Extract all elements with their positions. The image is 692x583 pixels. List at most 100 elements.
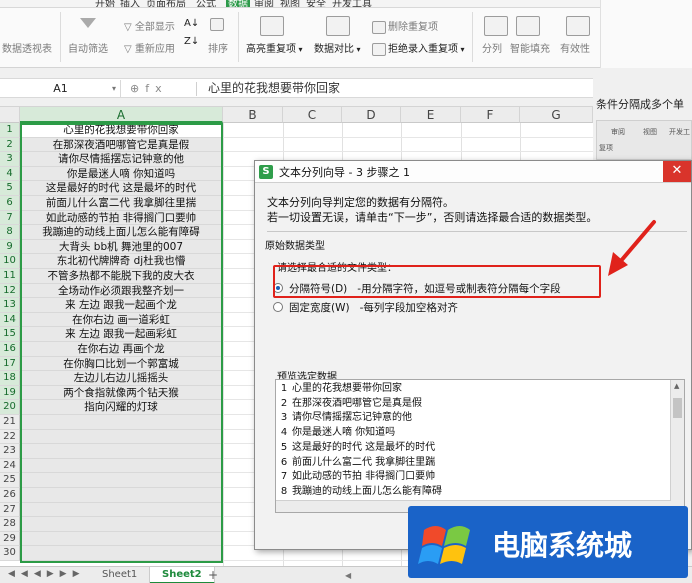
cell-a[interactable]: 如此动感的节拍 非得搁门口要帅	[20, 210, 222, 226]
add-sheet-icon[interactable]: +	[208, 568, 218, 582]
cell-a[interactable]	[20, 458, 222, 474]
sort-az-icon[interactable]: A↓	[184, 18, 199, 29]
menu-tab[interactable]: 开发工具	[332, 0, 372, 7]
cell-a[interactable]: 指向闪耀的灯球	[20, 400, 222, 415]
column-header-e[interactable]: E	[401, 107, 461, 123]
row-header[interactable]: 24	[0, 458, 20, 474]
cell-a[interactable]: 东北初代牌牌奇 dj杜我也懵	[20, 254, 222, 269]
data-compare-button[interactable]: 数据对比 ▾	[314, 40, 361, 55]
row-header[interactable]: 13	[0, 298, 20, 313]
row-header[interactable]: 2	[0, 137, 20, 153]
column-header-b[interactable]: B	[223, 107, 283, 123]
row-header[interactable]: 14	[0, 312, 20, 328]
menu-tab[interactable]: 插入	[120, 0, 140, 7]
row-header[interactable]: 15	[0, 327, 20, 342]
smart-fill-button[interactable]: 智能填充	[510, 40, 550, 55]
cell-a[interactable]: 在那深夜酒吧哪管它是真是假	[20, 137, 222, 153]
column-header-g[interactable]: G	[520, 107, 593, 123]
menu-tab[interactable]: 审阅	[254, 0, 274, 7]
scroll-thumb[interactable]	[673, 398, 682, 418]
formula-input[interactable]: 心里的花我想要带你回家	[208, 79, 340, 98]
split-columns-button[interactable]: 分列	[482, 40, 502, 55]
fixed-width-option[interactable]: 固定宽度(W) -每列字段加空格对齐	[273, 300, 458, 315]
row-header[interactable]: 17	[0, 356, 20, 372]
sort-za-icon[interactable]: Z↓	[184, 36, 199, 47]
column-header-c[interactable]: C	[283, 107, 342, 123]
row-header[interactable]: 1	[0, 123, 20, 138]
menu-tab[interactable]: 开始	[95, 0, 115, 7]
menu-tab[interactable]: 视图	[280, 0, 300, 7]
row-header[interactable]: 12	[0, 283, 20, 299]
row-header[interactable]: 3	[0, 152, 20, 167]
column-header-d[interactable]: D	[342, 107, 401, 123]
validity-button[interactable]: 有效性	[560, 40, 590, 55]
reject-duplicates-button[interactable]: 拒绝录入重复项 ▾	[372, 40, 465, 56]
cell-a[interactable]: 在你右边 再画个龙	[20, 342, 222, 357]
zoom-icon[interactable]: ⊕	[130, 82, 145, 95]
close-icon[interactable]: ✕	[663, 161, 691, 182]
row-header[interactable]: 25	[0, 473, 20, 488]
row-header[interactable]: 19	[0, 385, 20, 401]
cell-a[interactable]: 来 左边 跟我一起画个龙	[20, 298, 222, 313]
sheet-tab-sheet1[interactable]: Sheet1	[90, 567, 151, 583]
row-header[interactable]: 22	[0, 429, 20, 445]
horizontal-scroll-arrow-icon[interactable]: ◀	[345, 571, 351, 580]
cell-a[interactable]: 心里的花我想要带你回家	[20, 123, 222, 138]
chevron-down-icon[interactable]: ▾	[112, 80, 116, 97]
row-header[interactable]: 26	[0, 488, 20, 503]
cell-a[interactable]	[20, 502, 222, 518]
menu-tab[interactable]: 页面布局	[146, 0, 186, 7]
cell-a[interactable]	[20, 531, 222, 547]
cell-a[interactable]: 在你右边 画一道彩虹	[20, 312, 222, 328]
cell-a[interactable]: 在你胸口比划一个郭富城	[20, 356, 222, 372]
autofilter-button[interactable]: 自动筛选	[68, 40, 108, 55]
row-header[interactable]: 6	[0, 196, 20, 211]
cell-a[interactable]: 来 左边 跟我一起画彩虹	[20, 327, 222, 342]
name-box[interactable]: A1 ▾	[1, 80, 121, 97]
menu-tab[interactable]: 安全	[306, 0, 326, 7]
row-header[interactable]: 23	[0, 444, 20, 459]
cell-a[interactable]	[20, 429, 222, 445]
row-header[interactable]: 28	[0, 517, 20, 532]
sheet-nav-arrows[interactable]: ◀◀◀▶▶▶	[8, 569, 86, 579]
scroll-up-icon[interactable]: ▲	[674, 382, 679, 390]
remove-duplicates-button[interactable]: 删除重复项	[372, 18, 438, 34]
column-header-a[interactable]: A	[20, 107, 223, 123]
cell-a[interactable]: 全场动作必须跟我整齐划一	[20, 283, 222, 299]
cell-a[interactable]: 你是最迷人嘀 你知道吗	[20, 166, 222, 182]
pivot-table-button[interactable]: 数据透视表	[2, 40, 52, 55]
sort-button[interactable]: 排序	[208, 40, 228, 55]
preview-vertical-scrollbar[interactable]: ▲	[670, 380, 684, 512]
row-header[interactable]: 18	[0, 371, 20, 386]
menu-tab[interactable]: 公式	[196, 0, 216, 7]
row-header[interactable]: 30	[0, 546, 20, 561]
menu-tab-data-active[interactable]: 数据	[226, 0, 250, 7]
reapply-button[interactable]: ▽ 重新应用	[124, 40, 175, 55]
cell-a[interactable]: 这是最好的时代 这是最坏的时代	[20, 181, 222, 196]
highlight-duplicates-button[interactable]: 高亮重复项 ▾	[246, 40, 303, 55]
row-header[interactable]: 7	[0, 210, 20, 226]
column-header-f[interactable]: F	[461, 107, 520, 123]
cell-a[interactable]: 请你尽情摇摆忘记钟意的他	[20, 152, 222, 167]
row-header[interactable]: 27	[0, 502, 20, 518]
cell-a[interactable]	[20, 546, 222, 561]
row-header[interactable]: 16	[0, 342, 20, 357]
cell-a[interactable]: 两个食指就像两个钻天猴	[20, 385, 222, 401]
row-header[interactable]: 10	[0, 254, 20, 269]
sheet-tab-sheet2[interactable]: Sheet2	[150, 567, 215, 583]
row-header[interactable]: 9	[0, 239, 20, 255]
cell-a[interactable]	[20, 415, 222, 430]
row-header[interactable]: 20	[0, 400, 20, 415]
show-all-button[interactable]: ▽ 全部显示	[124, 18, 175, 33]
row-header[interactable]: 21	[0, 415, 20, 430]
cell-a[interactable]: 左边儿右边儿摇摇头	[20, 371, 222, 386]
select-all-corner[interactable]	[0, 107, 20, 123]
cell-a[interactable]	[20, 488, 222, 503]
row-header[interactable]: 5	[0, 181, 20, 196]
cell-a[interactable]: 前面儿什么富二代 我拿脚往里揣	[20, 196, 222, 211]
cell-a[interactable]: 不管多热都不能脱下我的皮大衣	[20, 269, 222, 284]
cell-a[interactable]	[20, 517, 222, 532]
cell-a[interactable]	[20, 444, 222, 459]
fx-icon[interactable]: fx	[145, 82, 167, 95]
row-header[interactable]: 8	[0, 225, 20, 240]
